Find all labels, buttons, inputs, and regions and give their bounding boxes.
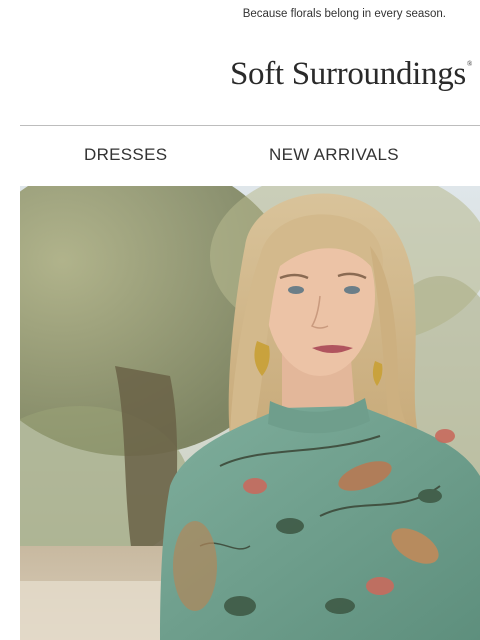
registered-mark: ® [466,60,472,68]
preheader-text: Because florals belong in every season. [242,8,446,20]
nav-link-new-arrivals[interactable]: NEW ARRIVALS [269,145,399,165]
hero-image[interactable] [20,186,480,640]
nav-link-dresses[interactable]: DRESSES [84,145,167,165]
brand-logo[interactable]: Soft Surroundings® [230,56,472,93]
preheader: Because florals belong in every season. [0,8,480,20]
hero-photo-illustration [20,186,480,640]
logo-text: Soft Surroundings [229,56,466,92]
main-nav: DRESSES NEW ARRIVALS [0,145,480,169]
header-divider [20,125,480,126]
